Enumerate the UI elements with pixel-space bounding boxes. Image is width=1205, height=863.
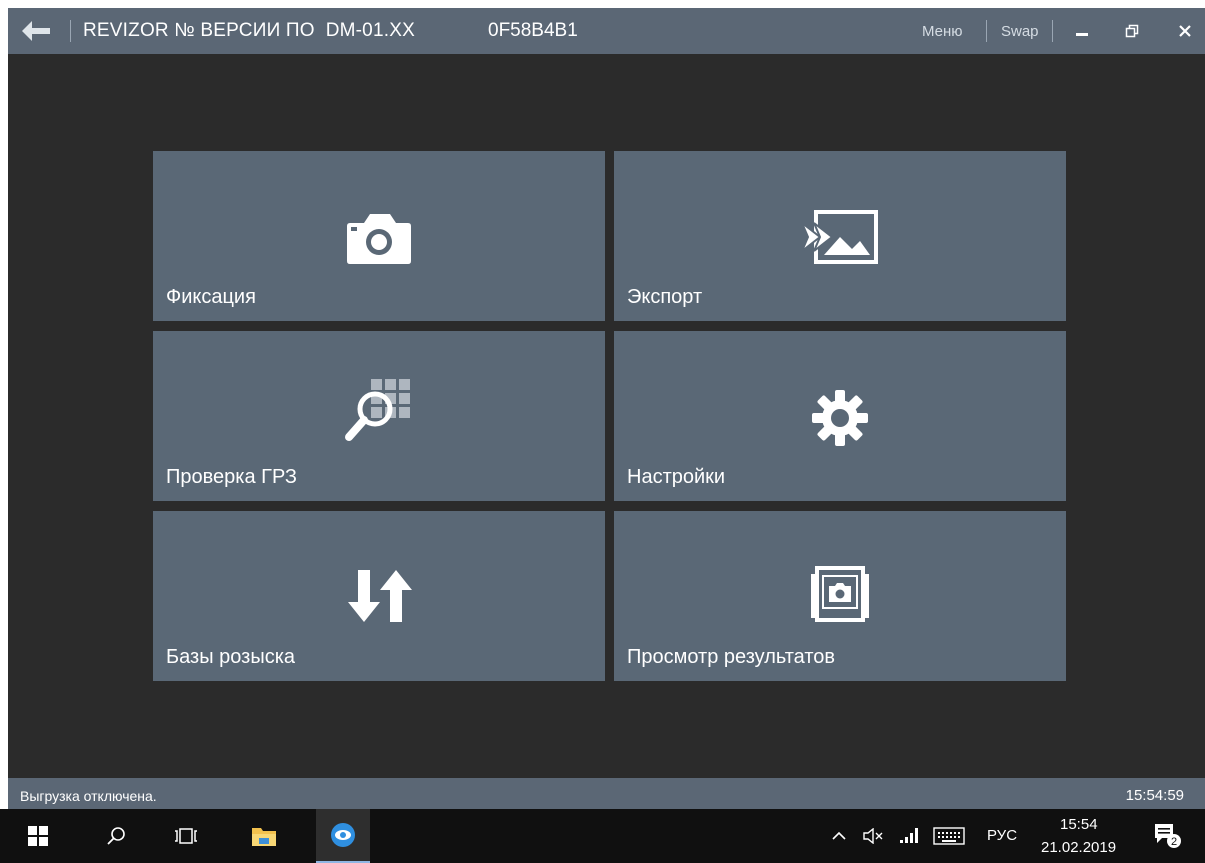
task-view-button[interactable] [163,809,209,863]
app-window: REVIZOR № ВЕРСИИ ПО DM-01.XX 0F58B4B1 Ме… [8,8,1205,809]
revizor-eye-icon [331,823,355,847]
export-image-icon [800,209,880,265]
restore-icon [1125,24,1139,38]
search-button[interactable] [93,809,139,863]
action-center-button[interactable]: 2 [1148,809,1188,863]
status-bar: Выгрузка отключена. 15:54:59 [8,778,1205,809]
tile-export[interactable]: Экспорт [614,151,1066,321]
app-title: REVIZOR № ВЕРСИИ ПО DM-01.XX [83,20,415,41]
upload-status: Выгрузка отключена. [20,788,157,804]
title-separator [1052,20,1053,42]
title-bar: REVIZOR № ВЕРСИИ ПО DM-01.XX 0F58B4B1 Ме… [8,8,1205,54]
signal-strength-icon[interactable] [899,826,921,844]
task-view-icon [175,828,197,844]
taskbar: РУС 15:54 21.02.2019 2 [0,809,1205,863]
tile-label: Базы розыска [166,646,296,668]
notification-count: 2 [1171,836,1177,848]
tile-label: Экспорт [627,286,703,308]
back-arrow-icon [22,21,50,41]
menu-link[interactable]: Меню [922,23,963,40]
start-button[interactable] [14,809,62,863]
swap-link[interactable]: Swap [1001,23,1039,40]
tile-plate-check[interactable]: Проверка ГРЗ [153,331,605,501]
tile-fixation[interactable]: Фиксация [153,151,605,321]
title-separator [986,20,987,42]
keyboard-icon[interactable] [933,827,965,845]
minimize-icon [1076,33,1088,36]
tile-settings[interactable]: Настройки [614,331,1066,501]
chevron-up-icon[interactable] [832,831,846,841]
folder-icon [252,828,276,846]
notification-icon: 2 [1155,824,1181,848]
camera-icon [346,209,412,265]
title-separator [70,20,71,42]
device-serial: 0F58B4B1 [488,20,578,41]
photo-gallery-icon [807,566,873,622]
windows-logo-icon [28,826,48,846]
status-clock: 15:54:59 [1125,787,1184,804]
tile-label: Фиксация [166,286,256,308]
tile-label: Проверка ГРЗ [166,466,297,488]
search-icon [107,827,125,845]
back-button[interactable] [20,17,52,45]
tile-search-databases[interactable]: Базы розыска [153,511,605,681]
restore-button[interactable] [1112,16,1152,46]
clock-time[interactable]: 15:54 [1060,816,1098,833]
file-explorer-button[interactable] [240,809,288,863]
tile-label: Настройки [627,466,726,488]
clock-date[interactable]: 21.02.2019 [1041,839,1116,856]
revizor-app-button[interactable] [316,809,370,863]
volume-muted-icon[interactable] [863,828,885,844]
plate-search-icon [339,379,419,451]
close-icon [1179,25,1191,37]
tile-view-results[interactable]: Просмотр результатов [614,511,1066,681]
minimize-button[interactable] [1062,16,1102,46]
close-button[interactable] [1165,16,1205,46]
language-indicator[interactable]: РУС [987,827,1017,844]
tile-label: Просмотр результатов [627,646,836,668]
gear-icon [808,386,872,450]
up-down-arrows-icon [344,566,414,626]
